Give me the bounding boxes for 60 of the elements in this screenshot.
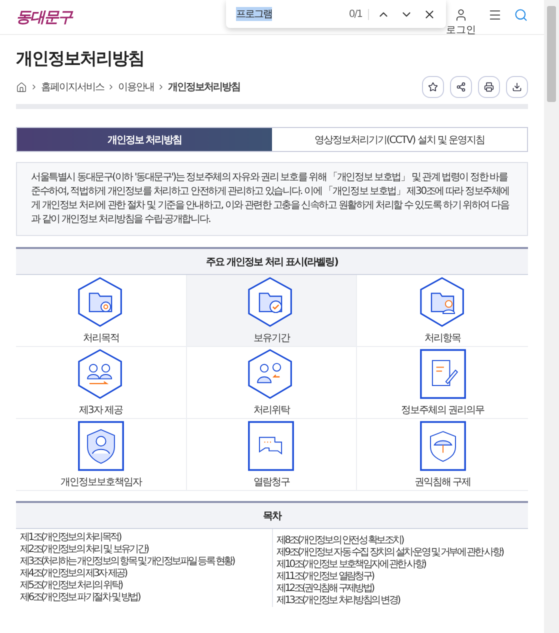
home-icon[interactable] [16,82,27,92]
intro-paragraph: 서울특별시 동대문구(이하 '동대문구')는 정보주체의 자유와 권리 보호를 위해 「개인정보 보호법」 및 관계 법령이 정한 바를 준수하여, 적법하게 개인정보를 처리하고 안전하게 관리하고 있습니다. 이에 「개인정보 보호법」 제30조에 따라 정보주체에게 개인정보 처리에 관한 절차 및 기준을 안내하고, 이와 관련한 고충을 신속하고 원활하게 처리할 수 있도록 하기 위하여 다음과 같이 개인정보 처리방침을 수립·공개합니다. [16,162,528,236]
close-icon [423,8,436,20]
framed-emblem-icon [247,420,296,472]
toc-link[interactable]: 제4조(개인정보의 제3자 제공) [20,568,270,580]
toc-link[interactable]: 제11조(개인정보 열람청구) [276,571,526,583]
chevron-icon [107,83,115,91]
hexagon-emblem-icon [76,348,125,400]
breadcrumb-link[interactable]: 개인정보처리방침 [168,80,240,94]
login-button[interactable]: 로그인 [446,8,476,36]
label-cell[interactable]: 처리목적 [16,275,187,347]
framed-emblem-icon [76,420,125,472]
chevron-icon [157,83,165,91]
label-cell[interactable]: 제3자 제공 [16,347,187,419]
person-icon [454,8,468,22]
share-button[interactable] [450,76,472,98]
toc-link[interactable]: 제2조(개인정보의 처리 및 보유기간) [20,544,270,556]
framed-emblem-icon [418,420,467,472]
search-icon [514,8,528,22]
tab[interactable]: 개인정보 처리방침 [17,128,272,151]
toc-link[interactable]: 제3조(처리하는 개인정보의 항목 및 개인정보파일 등록 현황) [20,556,270,568]
favorite-button[interactable] [422,76,444,98]
star-icon [428,82,438,92]
toc-link[interactable]: 제5조(개인정보 처리의 위탁) [20,580,270,592]
toc-link[interactable]: 제9조(개인정보 자동 수집 장치의 설치·운영 및 거부에 관한 사항) [276,547,526,559]
chevron-icon [30,83,38,91]
toc-link[interactable]: 제13조(개인정보 처리방침의 변경) [276,595,526,607]
scroll-thumb[interactable] [547,6,556,102]
toc-link[interactable]: 제12조(권익침해 구제방법) [276,583,526,595]
find-query[interactable]: 프로그램 [236,7,272,21]
toc-link[interactable]: 제8조(개인정보의 안전성 확보조치) [276,535,526,547]
match-count: 0/1 [348,8,369,20]
toc-header: 목차 [16,503,528,529]
breadcrumb-link[interactable]: 홈페이지서비스 [41,80,104,94]
hexagon-emblem-icon [76,276,125,328]
label-cell[interactable]: 열람청구 [186,419,358,491]
label-cell[interactable]: 개인정보보호책임자 [16,419,187,491]
menu-button[interactable] [488,8,502,22]
label-cell[interactable]: 권익침해 구제 [357,419,528,491]
menu-icon [488,8,502,22]
download-button[interactable] [506,76,528,98]
framed-emblem-icon [418,348,467,400]
label-cell[interactable]: 처리위탁 [186,347,358,419]
printer-icon [484,82,494,92]
page-title: 개인정보처리방침 [16,48,145,70]
print-button[interactable] [478,76,500,98]
hexagon-emblem-icon [418,276,467,328]
labeling-header: 주요 개인정보 처리 표시(라벨링) [16,249,528,275]
download-icon [512,82,522,92]
label-cell[interactable]: 보유기간 [186,275,358,347]
breadcrumb-link[interactable]: 이용안내 [118,80,154,94]
label-cell[interactable]: 정보주체의 권리의무 [357,347,528,419]
site-logo[interactable]: 동대문구 [16,8,72,26]
share-icon [456,82,466,92]
label-cell[interactable]: 처리항목 [357,275,528,347]
toc-link[interactable]: 제10조(개인정보 보호책임자에 관한 사항) [276,559,526,571]
scrollbar[interactable] [544,0,559,633]
toc-link[interactable]: 제6조(개인정보 파기절차 및 방법) [20,592,270,604]
search-button[interactable] [514,8,528,22]
toc-link[interactable]: 제1조(개인정보의 처리목적) [20,532,270,544]
